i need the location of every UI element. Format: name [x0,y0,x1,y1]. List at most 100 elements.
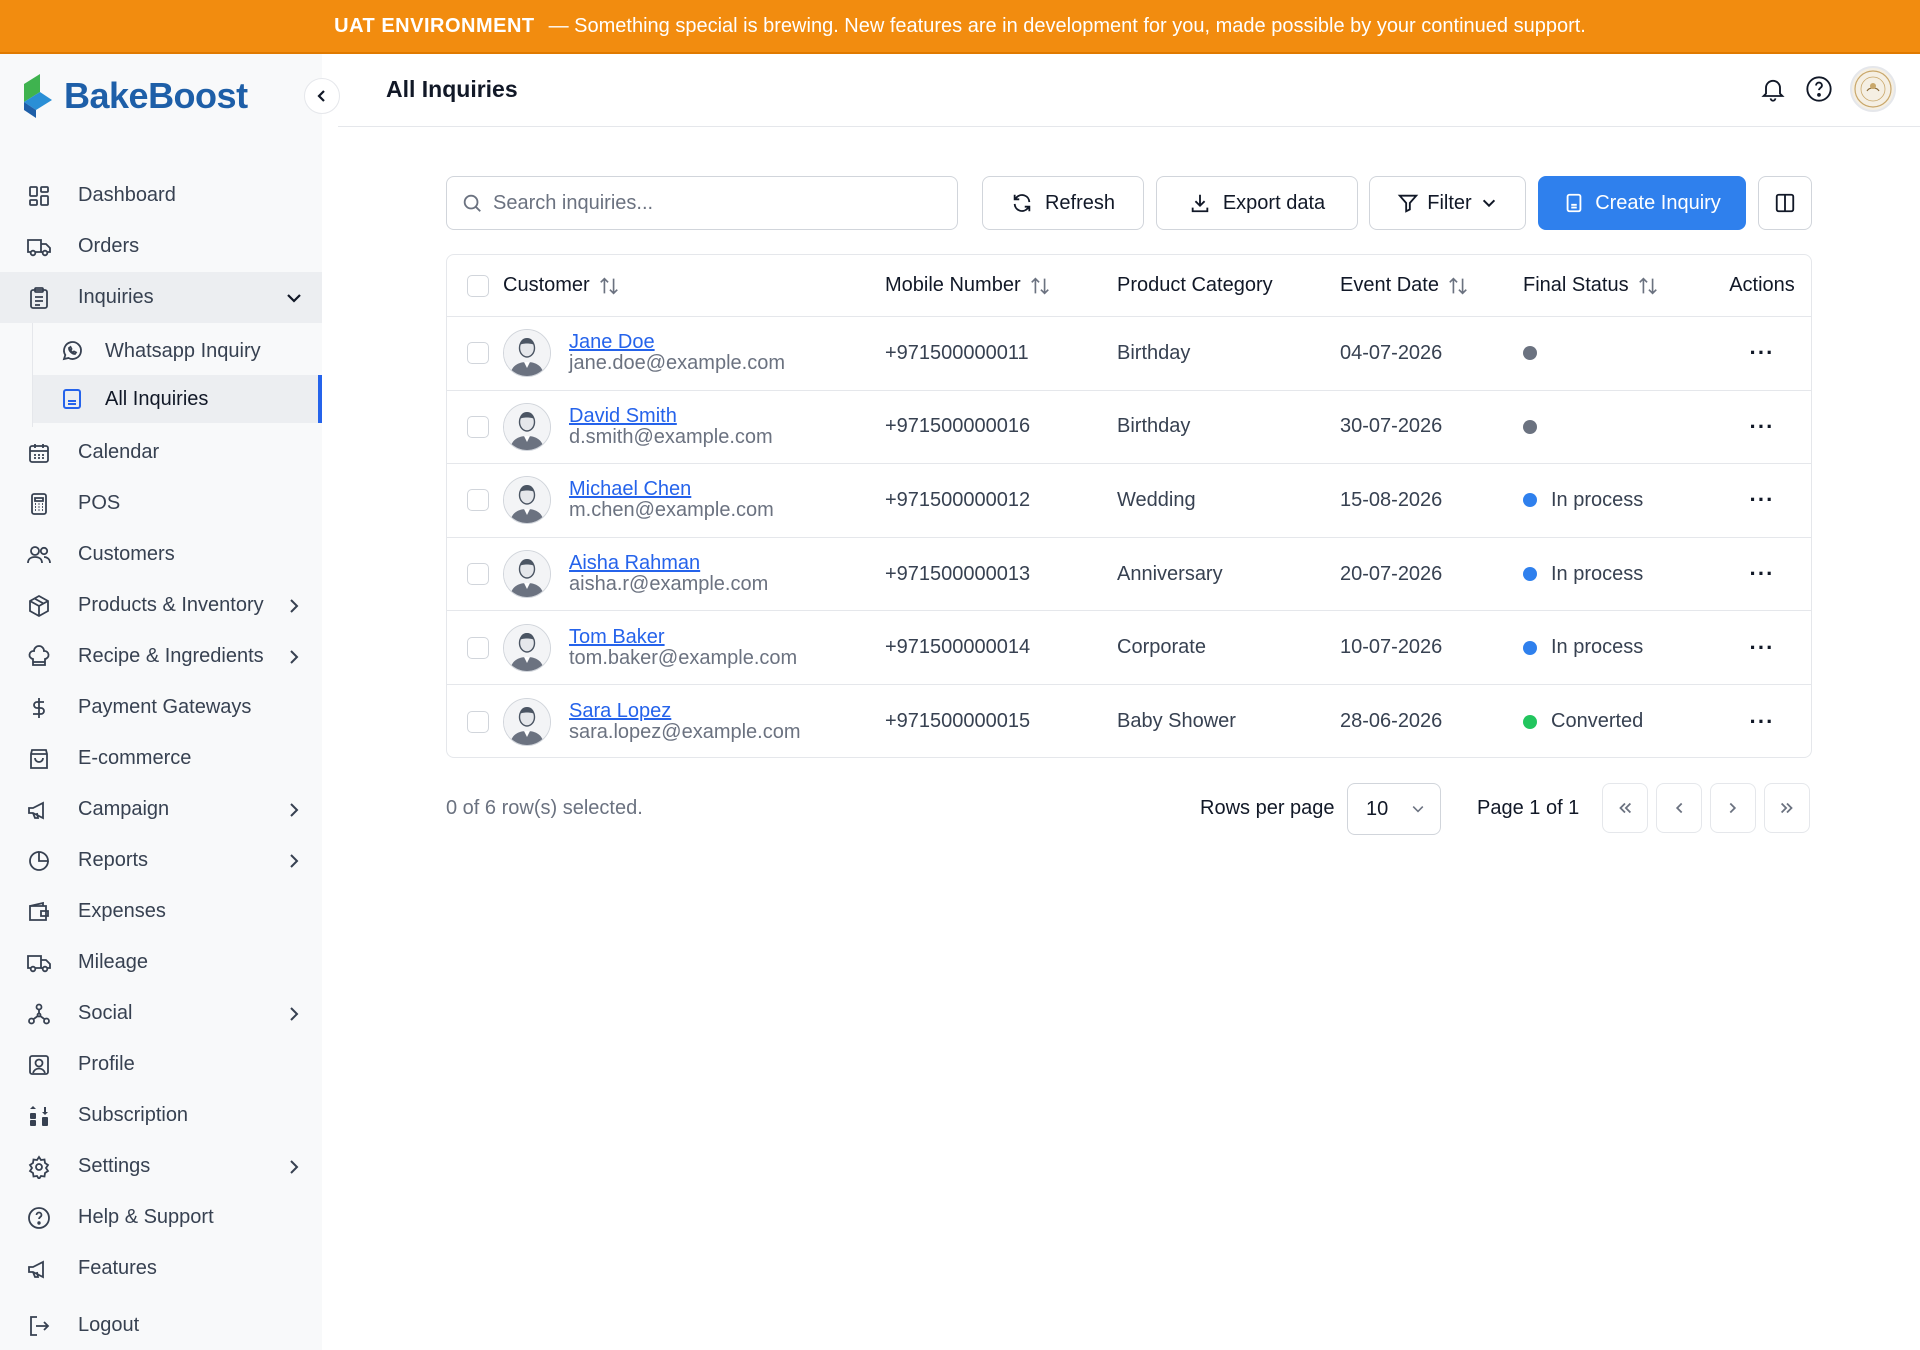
chevron-down-icon [1412,806,1424,813]
create-inquiry-button[interactable]: Create Inquiry [1538,176,1746,230]
customer-email: m.chen@example.com [569,499,774,522]
row-actions-button[interactable]: ··· [1713,340,1811,366]
column-customer-label: Customer [503,274,590,296]
row-actions-button[interactable]: ··· [1713,561,1811,587]
sidebar-item-mileage[interactable]: Mileage [0,937,322,988]
table-row: Jane Doe jane.doe@example.com +971500000… [447,317,1811,391]
user-avatar[interactable] [1850,66,1896,112]
sidebar-item-dashboard[interactable]: Dashboard [0,170,322,221]
previous-page-button[interactable] [1656,783,1702,833]
row-checkbox[interactable] [467,563,489,586]
row-actions-button[interactable]: ··· [1713,487,1811,513]
customer-name-link[interactable]: Aisha Rahman [569,553,768,574]
dashboard-icon [26,183,52,209]
customer-cell: Aisha Rahman aisha.r@example.com [503,550,885,599]
status-dot [1523,714,1537,729]
sidebar-subitem-label: Whatsapp Inquiry [105,339,261,362]
gear-icon [26,1154,52,1180]
sidebar-item-features[interactable]: Features [0,1243,322,1294]
sidebar-subitem-label: All Inquiries [105,387,209,410]
sidebar-item-reports[interactable]: Reports [0,835,322,886]
row-checkbox[interactable] [467,710,489,733]
notifications-button[interactable] [1758,74,1788,104]
customer-avatar [503,329,551,378]
customer-name-link[interactable]: David Smith [569,405,773,427]
sidebar-item-products-inventory[interactable]: Products & Inventory [0,580,322,631]
row-checkbox[interactable] [467,489,489,512]
sidebar-item-help-support[interactable]: Help & Support [0,1192,322,1243]
column-customer[interactable]: Customer [503,274,885,297]
product-category: Birthday [1117,341,1191,364]
sidebar-item-expenses[interactable]: Expenses [0,886,322,937]
product-category: Baby Shower [1117,710,1236,733]
person-placeholder-icon [504,330,550,377]
row-checkbox[interactable] [467,636,489,659]
sidebar-item-ecommerce[interactable]: E-commerce [0,733,322,784]
sidebar-item-label: Calendar [78,441,160,463]
sidebar-item-whatsapp-inquiry[interactable]: Whatsapp Inquiry [33,327,322,375]
column-mobile[interactable]: Mobile Number [885,274,1117,297]
customer-cell: Michael Chen m.chen@example.com [503,476,885,525]
customer-cell: Jane Doe jane.doe@example.com [503,329,885,378]
rows-per-page-select[interactable]: 10 [1347,783,1441,835]
wallet-icon [26,899,52,925]
row-actions-button[interactable]: ··· [1713,414,1811,440]
brand-logo[interactable]: BakeBoost [22,72,248,120]
sidebar-item-customers[interactable]: Customers [0,529,322,580]
row-checkbox[interactable] [467,342,489,365]
search-box [446,176,958,230]
sidebar-item-social[interactable]: Social [0,988,322,1039]
sidebar-item-label: Subscription [78,1104,189,1126]
column-event-date[interactable]: Event Date [1340,274,1523,297]
chevron-right-icon [1729,802,1737,814]
final-status [1523,346,1713,361]
truck-icon [26,950,52,976]
sidebar-item-settings[interactable]: Settings [0,1141,322,1192]
last-page-button[interactable] [1764,783,1810,833]
status-label: In process [1551,488,1644,511]
sidebar-item-calendar[interactable]: Calendar [0,427,322,478]
export-data-button[interactable]: Export data [1156,176,1358,230]
final-status: In process [1523,563,1713,586]
help-button[interactable] [1804,74,1834,104]
customer-name-link[interactable]: Sara Lopez [569,700,801,722]
customer-name-link[interactable]: Jane Doe [569,332,785,353]
sidebar-item-label: Payment Gateways [78,696,252,718]
sidebar-item-pos[interactable]: POS [0,478,322,529]
calendar-icon [26,440,52,466]
box-icon [26,593,52,619]
filter-button[interactable]: Filter [1369,176,1526,230]
person-placeholder-icon [504,403,550,450]
sidebar-item-logout[interactable]: Logout [0,1300,322,1350]
search-icon [463,194,481,212]
first-page-button[interactable] [1602,783,1648,833]
next-page-button[interactable] [1710,783,1756,833]
toggle-columns-button[interactable] [1758,176,1812,230]
sidebar-item-campaign[interactable]: Campaign [0,784,322,835]
sort-icon [1638,276,1657,295]
sidebar-item-payment-gateways[interactable]: Payment Gateways [0,682,322,733]
customer-name-link[interactable]: Michael Chen [569,479,774,500]
chevron-left-icon [317,90,325,102]
chevron-down-icon [287,293,301,303]
sidebar-item-profile[interactable]: Profile [0,1039,322,1090]
select-all-checkbox[interactable] [467,274,489,297]
row-checkbox[interactable] [467,415,489,438]
sidebar-item-recipe-ingredients[interactable]: Recipe & Ingredients [0,631,322,682]
sidebar-item-all-inquiries[interactable]: All Inquiries [33,375,322,423]
column-actions: Actions [1713,274,1811,297]
sidebar-item-subscription[interactable]: Subscription [0,1090,322,1141]
sidebar-item-orders[interactable]: Orders [0,221,322,272]
customer-email: aisha.r@example.com [569,573,769,596]
sidebar-collapse-button[interactable] [304,78,340,114]
company-seal-icon [1854,70,1892,108]
customer-name-link[interactable]: Tom Baker [569,626,797,648]
sidebar-item-label: Products & Inventory [78,594,264,616]
column-final-status[interactable]: Final Status [1523,274,1713,297]
row-actions-button[interactable]: ··· [1713,635,1811,661]
refresh-icon [1013,194,1031,212]
row-actions-button[interactable]: ··· [1713,709,1811,735]
refresh-button[interactable]: Refresh [982,176,1144,230]
search-input[interactable] [493,191,933,215]
sidebar-item-inquiries[interactable]: Inquiries [0,272,322,323]
